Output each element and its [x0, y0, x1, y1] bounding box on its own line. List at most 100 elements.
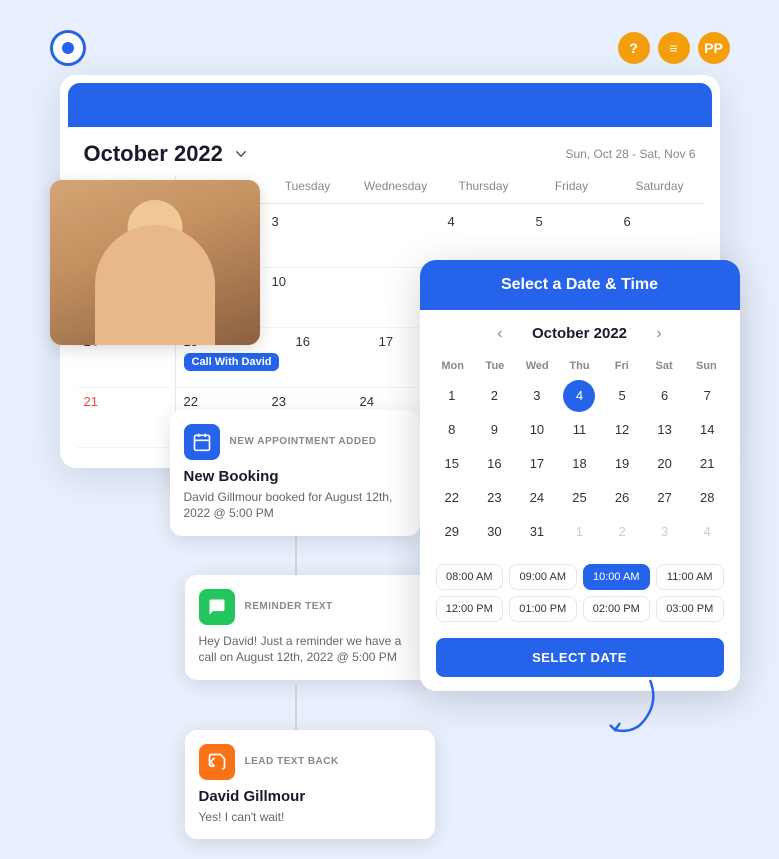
help-button[interactable]: ? [618, 32, 650, 64]
top-icons: ? ≡ PP [618, 32, 730, 64]
picker-day-31[interactable]: 31 [521, 516, 553, 548]
picker-day-21[interactable]: 21 [691, 448, 723, 480]
picker-days-grid: 1 2 3 4 5 6 7 8 9 10 11 12 13 14 15 16 1… [420, 380, 740, 556]
reply-icon [199, 744, 235, 780]
time-slot-0800[interactable]: 08:00 AM [436, 564, 504, 590]
picker-day-2[interactable]: 2 [478, 380, 510, 412]
picker-day-5[interactable]: 5 [606, 380, 638, 412]
time-slot-1000[interactable]: 10:00 AM [583, 564, 651, 590]
picker-day-28[interactable]: 28 [691, 482, 723, 514]
cal-cell-16[interactable]: 16 [287, 328, 370, 387]
picker-day-8[interactable]: 8 [436, 414, 468, 446]
event-call-with-david[interactable]: Call With David [184, 353, 280, 371]
time-slot-0900[interactable]: 09:00 AM [509, 564, 577, 590]
picker-day-6[interactable]: 6 [649, 380, 681, 412]
picker-day-nov-3[interactable]: 3 [649, 516, 681, 548]
picker-day-16[interactable]: 16 [478, 448, 510, 480]
picker-day-19[interactable]: 19 [606, 448, 638, 480]
cal-cell-21[interactable]: 21 [76, 388, 176, 447]
picker-day-11[interactable]: 11 [563, 414, 595, 446]
message-icon [199, 589, 235, 625]
day-label-thu: Thursday [440, 175, 528, 197]
picker-day-26[interactable]: 26 [606, 482, 638, 514]
time-slot-1300[interactable]: 01:00 PM [509, 596, 577, 622]
person-photo [50, 180, 260, 345]
picker-day-13[interactable]: 13 [649, 414, 681, 446]
time-slots-grid: 08:00 AM 09:00 AM 10:00 AM 11:00 AM 12:0… [420, 556, 740, 630]
picker-day-14[interactable]: 14 [691, 414, 723, 446]
picker-day-27[interactable]: 27 [649, 482, 681, 514]
date-range: Sun, Oct 28 - Sat, Nov 6 [565, 147, 695, 161]
picker-month-title: October 2022 [532, 325, 627, 342]
calendar-icon [184, 424, 220, 460]
notif-title-new-appt: New Booking [184, 468, 406, 485]
picker-day-10[interactable]: 10 [521, 414, 553, 446]
cal-cell-3[interactable]: 3 [264, 208, 352, 267]
picker-day-24[interactable]: 24 [521, 482, 553, 514]
picker-day-3[interactable]: 3 [521, 380, 553, 412]
notif-body-lead: Yes! I can't wait! [199, 809, 421, 826]
arrow-decoration [580, 675, 660, 740]
picker-day-20[interactable]: 20 [649, 448, 681, 480]
notif-label-new-appt: NEW APPOINTMENT ADDED [230, 436, 377, 447]
notif-title-lead: David Gillmour [199, 788, 421, 805]
picker-day-sat: Sat [643, 356, 685, 376]
notif-header-reminder: REMINDER TEXT [199, 589, 421, 625]
picker-day-15[interactable]: 15 [436, 448, 468, 480]
person-silhouette [95, 225, 215, 345]
chevron-down-icon[interactable] [231, 144, 251, 164]
logo [50, 30, 86, 66]
picker-day-12[interactable]: 12 [606, 414, 638, 446]
picker-day-18[interactable]: 18 [563, 448, 595, 480]
prev-month-button[interactable]: ‹ [488, 322, 512, 346]
calendar-title[interactable]: October 2022 [84, 141, 251, 167]
time-slot-1400[interactable]: 02:00 PM [583, 596, 651, 622]
picker-month-nav: ‹ October 2022 › [420, 310, 740, 352]
picker-day-thu: Thu [558, 356, 600, 376]
cal-cell-4[interactable]: 4 [440, 208, 528, 267]
select-date-button[interactable]: SELECT DATE [436, 638, 724, 677]
picker-day-25[interactable]: 25 [563, 482, 595, 514]
notif-header-lead: LEAD TEXT BACK [199, 744, 421, 780]
picker-day-1[interactable]: 1 [436, 380, 468, 412]
menu-button[interactable]: ≡ [658, 32, 690, 64]
picker-day-7[interactable]: 7 [691, 380, 723, 412]
picker-days-header: Mon Tue Wed Thu Fri Sat Sun [420, 352, 740, 380]
picker-header: Select a Date & Time [420, 260, 740, 310]
picker-day-9[interactable]: 9 [478, 414, 510, 446]
picker-day-4[interactable]: 4 [563, 380, 595, 412]
cal-cell-empty [352, 208, 440, 267]
time-slot-1100[interactable]: 11:00 AM [656, 564, 724, 590]
cal-cell-10[interactable]: 10 [264, 268, 352, 327]
notification-reminder: REMINDER TEXT Hey David! Just a reminder… [185, 575, 435, 681]
picker-day-23[interactable]: 23 [478, 482, 510, 514]
picker-day-wed: Wed [516, 356, 558, 376]
picker-day-fri: Fri [601, 356, 643, 376]
day-label-sat: Saturday [616, 175, 704, 197]
picker-day-30[interactable]: 30 [478, 516, 510, 548]
calendar-title-row: October 2022 Sun, Oct 28 - Sat, Nov 6 [60, 127, 720, 175]
day-label-wed: Wednesday [352, 175, 440, 197]
notification-lead-text: LEAD TEXT BACK David Gillmour Yes! I can… [185, 730, 435, 840]
profile-button[interactable]: PP [698, 32, 730, 64]
notif-body-new-appt: David Gillmour booked for August 12th, 2… [184, 489, 406, 523]
outer-container: ? ≡ PP October 2022 Sun, Oct 28 - Sat, N… [30, 20, 750, 840]
time-slot-1500[interactable]: 03:00 PM [656, 596, 724, 622]
time-slot-1200[interactable]: 12:00 PM [436, 596, 504, 622]
picker-day-22[interactable]: 22 [436, 482, 468, 514]
notification-new-appointment: NEW APPOINTMENT ADDED New Booking David … [170, 410, 420, 537]
cal-cell-5[interactable]: 5 [528, 208, 616, 267]
picker-day-17[interactable]: 17 [521, 448, 553, 480]
notif-label-lead: LEAD TEXT BACK [245, 756, 339, 767]
picker-day-nov-1[interactable]: 1 [563, 516, 595, 548]
card-header-bar [68, 83, 712, 127]
picker-day-nov-2[interactable]: 2 [606, 516, 638, 548]
picker-day-29[interactable]: 29 [436, 516, 468, 548]
connector-line-2 [295, 685, 297, 735]
day-label-tue: Tuesday [264, 175, 352, 197]
top-bar: ? ≡ PP [30, 30, 750, 66]
picker-day-tue: Tue [474, 356, 516, 376]
picker-day-nov-4[interactable]: 4 [691, 516, 723, 548]
next-month-button[interactable]: › [647, 322, 671, 346]
cal-cell-6[interactable]: 6 [616, 208, 704, 267]
